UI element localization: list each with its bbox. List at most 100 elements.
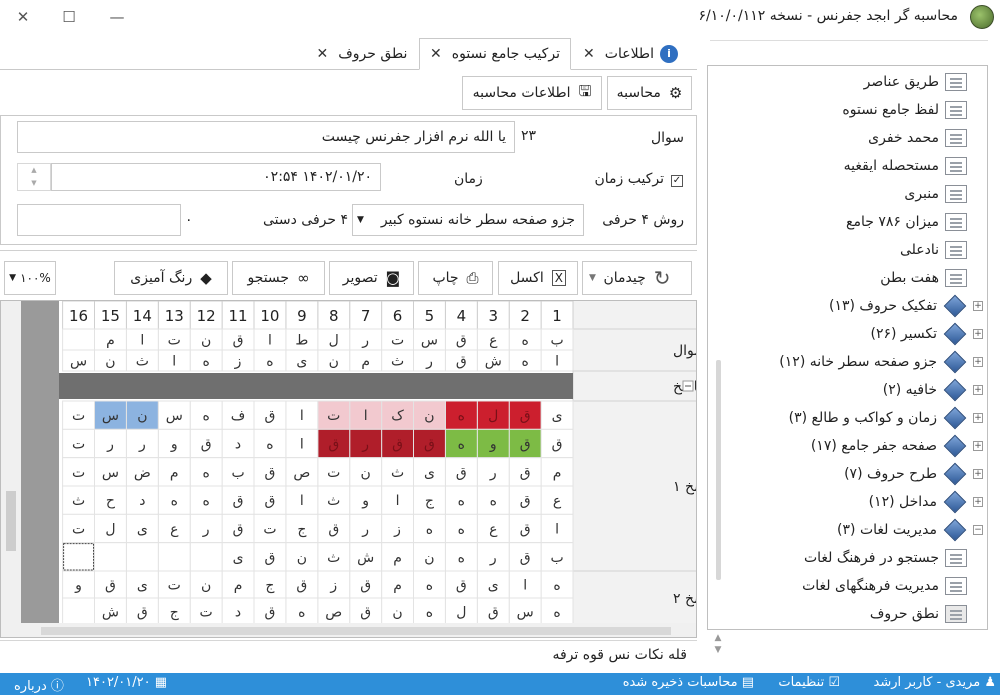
sidebar-item[interactable]: + مداخل (۱۲) — [869, 488, 983, 516]
sidebar-item[interactable]: + جزو صفحه سطر خانه (۱۲) — [779, 348, 983, 376]
grid-cell-letter: ا — [555, 522, 559, 538]
tree-expander[interactable]: + — [973, 497, 983, 507]
grid-cell-letter: ن — [105, 354, 115, 370]
grid-cell-letter: ا — [172, 354, 176, 370]
grid-cell-letter: ش — [485, 354, 502, 370]
grid-cell-letter: ت — [168, 333, 181, 349]
person-icon — [945, 605, 967, 623]
zoom-select[interactable]: ۱۰۰% ▼ — [4, 261, 56, 295]
minimize-window-button[interactable]: — — [104, 4, 130, 30]
sidebar-item[interactable]: منبری — [904, 180, 967, 208]
chevron-down-icon: ▼ — [9, 273, 17, 283]
settings-icon: ☑ — [828, 675, 840, 690]
time-input[interactable]: ۱۴۰۲/۰۱/۲۰ ۰۲:۵۴ — [51, 163, 381, 191]
about-button[interactable]: ⓘ درباره — [14, 675, 64, 694]
image-button[interactable]: ◙ تصویر — [329, 261, 414, 295]
tree-expander[interactable]: + — [973, 441, 983, 451]
sidebar-item[interactable]: جستجو در فرهنگ لغات — [804, 544, 967, 572]
folder-diamond-icon — [943, 378, 967, 402]
sidebar-item[interactable]: + صفحه جفر جامع (۱۷) — [811, 432, 983, 460]
close-window-button[interactable]: ✕ — [10, 4, 36, 30]
tree-expander[interactable]: + — [973, 357, 983, 367]
sidebar-item[interactable]: نطق حروف — [870, 600, 967, 628]
letter-grid[interactable]: 12345678910111213141516ترکیب سوالبهعقستر… — [0, 300, 697, 638]
calculate-label: محاسبه — [616, 85, 661, 101]
grid-cell-letter: ا — [268, 333, 272, 349]
tab-letter-speech[interactable]: نطق حروف ✕ — [312, 38, 412, 70]
sidebar-scrollbar-thumb[interactable] — [716, 360, 721, 580]
settings-button[interactable]: ☑ تنظیمات — [778, 675, 840, 690]
sidebar-item-label: مدیریت فرهنگهای لغات — [802, 578, 939, 594]
sidebar-item[interactable]: − مدیریت لغات (۳) — [837, 516, 983, 544]
grid-cell-letter: ب — [550, 550, 563, 566]
grid-cell-letter: ق — [456, 578, 467, 594]
tab-letter-speech-close-icon[interactable]: ✕ — [317, 46, 329, 62]
calc-info-button[interactable]: 🖫 اطلاعات محاسبه — [462, 76, 602, 110]
tree-expander[interactable]: + — [973, 385, 983, 395]
camera-icon: ◙ — [385, 269, 401, 287]
tree-expander[interactable]: + — [973, 469, 983, 479]
grid-cell-letter: ت — [72, 465, 85, 481]
calculate-button[interactable]: ⚙ محاسبه — [607, 76, 692, 110]
grid-cell-letter: ق — [233, 522, 244, 538]
sidebar-item[interactable]: + خافیه (۲) — [882, 376, 983, 404]
manual-input[interactable] — [17, 204, 181, 236]
saved-calcs-button[interactable]: ▤ محاسبات ذخیره شده — [623, 675, 754, 690]
toolbar-main: ⚙ محاسبه 🖫 اطلاعات محاسبه — [0, 70, 697, 114]
tab-info-close-icon[interactable]: ✕ — [583, 46, 595, 62]
tree-expander[interactable]: + — [973, 329, 983, 339]
excel-button[interactable]: X اکسل — [498, 261, 578, 295]
grid-cell — [62, 328, 95, 351]
tree-expander[interactable]: + — [973, 301, 983, 311]
search-button[interactable]: ∞ جستجو — [232, 261, 325, 295]
sidebar-item[interactable]: نادعلی — [900, 236, 967, 264]
column-header-label: 7 — [361, 307, 371, 325]
user-status[interactable]: ♟ مریدی - کاربر ارشد — [874, 675, 996, 690]
grid-cell-letter: ق — [424, 437, 435, 453]
sidebar-scroll-arrows[interactable]: ▲ ▼ — [712, 632, 724, 668]
layout-button[interactable]: ↻ چیدمان ▼ — [582, 261, 692, 295]
sidebar-item[interactable]: میزان ۷۸۶ جامع — [846, 208, 967, 236]
grid-cell-letter: ت — [72, 522, 85, 538]
tab-combination-close-icon[interactable]: ✕ — [430, 46, 442, 62]
sidebar-item[interactable]: مدیریت فرهنگهای لغات — [802, 572, 967, 600]
tab-info[interactable]: i اطلاعات ✕ — [578, 38, 683, 70]
sidebar-item[interactable]: + تکسیر (۲۶) — [871, 320, 983, 348]
grid-cell-letter: ه — [458, 550, 465, 566]
sidebar-item[interactable]: مستحصله ایقغیه — [844, 152, 967, 180]
sidebar-item[interactable]: لفظ جامع نستوه — [842, 96, 967, 124]
question-form: سوال ۲۳ یا الله نرم افزار جفرنس چیست ✓ ت… — [0, 115, 697, 245]
time-combo-checkbox[interactable]: ✓ — [671, 175, 683, 187]
horizontal-scrollbar-thumb — [41, 627, 671, 635]
sidebar-item[interactable]: + طرح حروف (۷) — [844, 460, 983, 488]
sidebar-item[interactable]: طریق عناصر — [864, 68, 967, 96]
tree-expander[interactable]: − — [973, 525, 983, 535]
grid-cell-letter: ل — [456, 605, 466, 621]
method-select[interactable]: جزو صفحه سطر خانه نستوه کبیر ▼ — [352, 204, 584, 236]
grid-cell-letter: ش — [102, 605, 119, 621]
sidebar-item[interactable]: + تفکیک حروف (۱۳) — [829, 292, 983, 320]
maximize-window-button[interactable]: ☐ — [56, 4, 82, 30]
grid-cell-letter: ر — [361, 522, 369, 538]
grid-cell-letter: ت — [327, 408, 340, 424]
tab-combination[interactable]: ترکیب جامع نستوه ✕ — [419, 38, 571, 70]
grid-cell-letter: ر — [361, 437, 369, 453]
grid-cell-letter: ی — [424, 465, 435, 481]
coloring-button[interactable]: ◆ رنگ آمیزی — [114, 261, 228, 295]
tab-combination-label: ترکیب جامع نستوه — [451, 46, 560, 62]
column-header-label: 2 — [520, 307, 530, 325]
sidebar-tree[interactable]: طریق عناصر لفظ جامع نستوه محمد خفری مستحصله… — [707, 65, 988, 630]
question-input[interactable]: یا الله نرم افزار جفرنس چیست — [17, 121, 515, 153]
tree-expander[interactable]: + — [973, 413, 983, 423]
doc-icon — [945, 577, 967, 595]
sidebar-item[interactable]: + زمان و کواکب و طالع (۳) — [789, 404, 983, 432]
tab-bar: i اطلاعات ✕ ترکیب جامع نستوه ✕ نطق حروف … — [0, 34, 697, 70]
time-spinner[interactable]: ▲ ▼ — [17, 163, 51, 191]
doc-icon — [945, 549, 967, 567]
sidebar-item[interactable]: محمد خفری — [868, 124, 967, 152]
sidebar-item-label: خافیه (۲) — [882, 382, 937, 398]
folder-diamond-icon — [943, 294, 967, 318]
splitter[interactable] — [0, 250, 697, 251]
print-button[interactable]: ⎙ چاپ — [418, 261, 493, 295]
sidebar-item[interactable]: هفت بطن — [880, 264, 967, 292]
